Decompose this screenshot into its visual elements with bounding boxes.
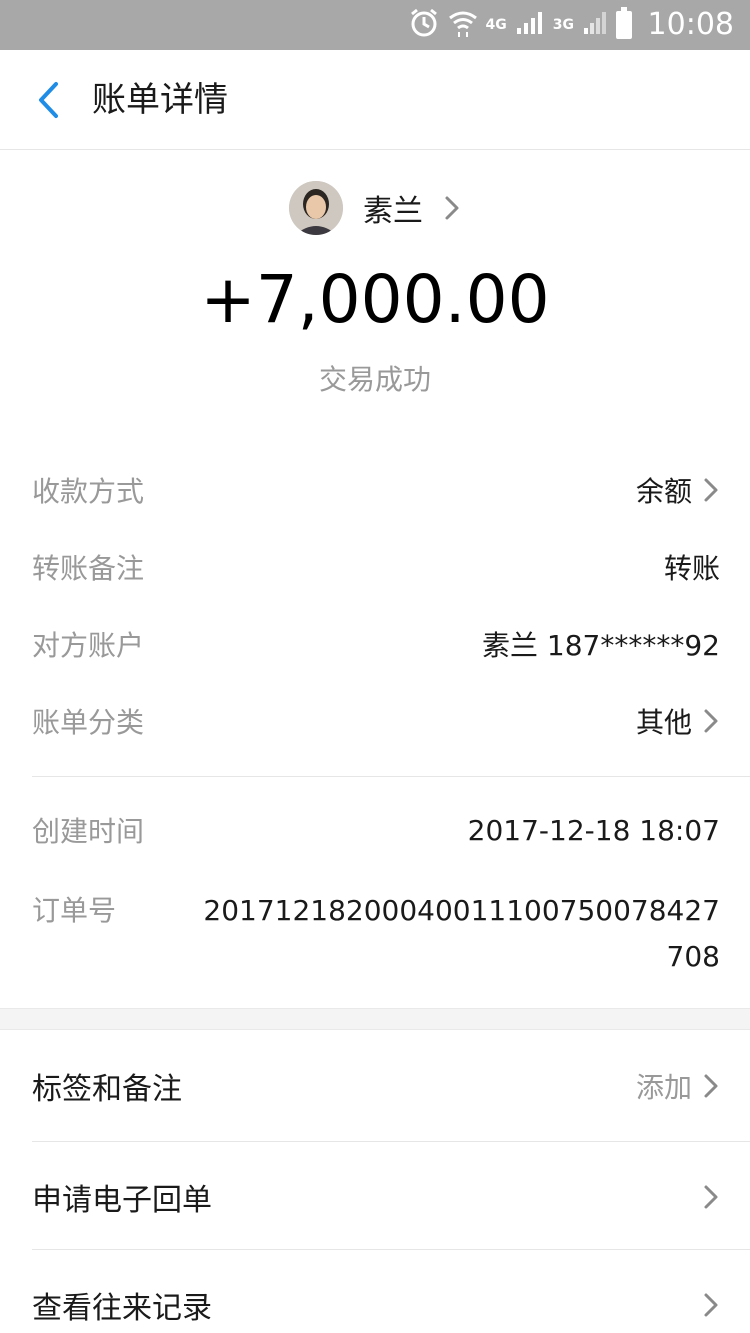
detail-row-created-time: 创建时间 2017-12-18 18:07 — [32, 800, 720, 860]
detail-row-category[interactable]: 账单分类 其他 — [32, 691, 720, 751]
payee-name: 素兰 — [363, 194, 423, 229]
chevron-left-icon — [39, 82, 58, 118]
detail-value-text: 转账 — [663, 552, 720, 585]
chevron-right-icon — [704, 1074, 718, 1098]
payee-link[interactable]: 素兰 — [0, 178, 750, 238]
status-icons: 4G 3G — [408, 7, 632, 43]
detail-label: 转账备注 — [32, 552, 145, 585]
page-title: 账单详情 — [92, 80, 228, 120]
detail-value-text: 余额 — [635, 475, 692, 508]
detail-value: 其他 — [636, 701, 720, 741]
chevron-right-icon — [445, 196, 459, 220]
nav-bar: 账单详情 — [0, 50, 750, 150]
3g-signal-icon — [582, 10, 608, 40]
detail-value: 转账 — [664, 547, 720, 587]
back-button[interactable] — [22, 74, 74, 126]
detail-row-counterparty: 对方账户 素兰 187******92 — [32, 614, 720, 674]
chevron-right-icon — [704, 709, 718, 733]
status-time: 10:08 — [647, 7, 734, 42]
menu-item-label: 申请电子回单 — [32, 1183, 212, 1218]
transaction-status: 交易成功 — [318, 363, 431, 396]
detail-value-text: 其他 — [635, 706, 692, 739]
detail-label: 账单分类 — [32, 706, 145, 739]
menu-item-value: 添加 — [636, 1066, 720, 1106]
detail-label: 收款方式 — [32, 475, 145, 508]
section-gap — [0, 1008, 750, 1030]
menu-item-electronic-receipt[interactable]: 申请电子回单 — [32, 1142, 720, 1252]
order-number-value: 20171218200040011100750078427708 — [203, 894, 720, 973]
detail-value: 素兰 187******92 — [482, 624, 720, 664]
network-3g-label: 3G — [552, 17, 574, 33]
status-bar: 4G 3G 10:08 — [0, 0, 750, 50]
detail-row-payment-method[interactable]: 收款方式 余额 — [32, 460, 720, 520]
4g-signal-icon — [515, 10, 545, 40]
menu-item-value-text: 添加 — [635, 1071, 692, 1104]
battery-icon — [616, 7, 632, 39]
menu-item-transaction-history[interactable]: 查看往来记录 — [32, 1250, 720, 1333]
detail-value: 余额 — [636, 470, 720, 510]
menu-item-value — [702, 1291, 720, 1319]
detail-label: 对方账户 — [32, 629, 145, 662]
menu-item-value — [702, 1183, 720, 1211]
section-divider — [32, 776, 750, 777]
order-number-label: 订单号 — [32, 894, 117, 927]
transaction-amount: +7,000.00 — [200, 261, 550, 338]
created-time-value: 2017-12-18 18:07 — [467, 813, 720, 847]
chevron-right-icon — [704, 478, 718, 502]
menu-item-label: 查看往来记录 — [32, 1291, 212, 1326]
network-4g-label: 4G — [485, 17, 507, 33]
chevron-right-icon — [704, 1185, 718, 1209]
alarm-icon — [408, 7, 440, 43]
menu-item-tags-notes[interactable]: 标签和备注 添加 — [32, 1031, 720, 1141]
wifi-icon — [448, 8, 478, 42]
created-time-label: 创建时间 — [32, 815, 145, 848]
detail-row-remark: 转账备注 转账 — [32, 537, 720, 597]
detail-value-text: 素兰 187******92 — [482, 629, 720, 662]
avatar — [289, 181, 343, 235]
chevron-right-icon — [704, 1293, 718, 1317]
menu-item-label: 标签和备注 — [32, 1072, 182, 1107]
